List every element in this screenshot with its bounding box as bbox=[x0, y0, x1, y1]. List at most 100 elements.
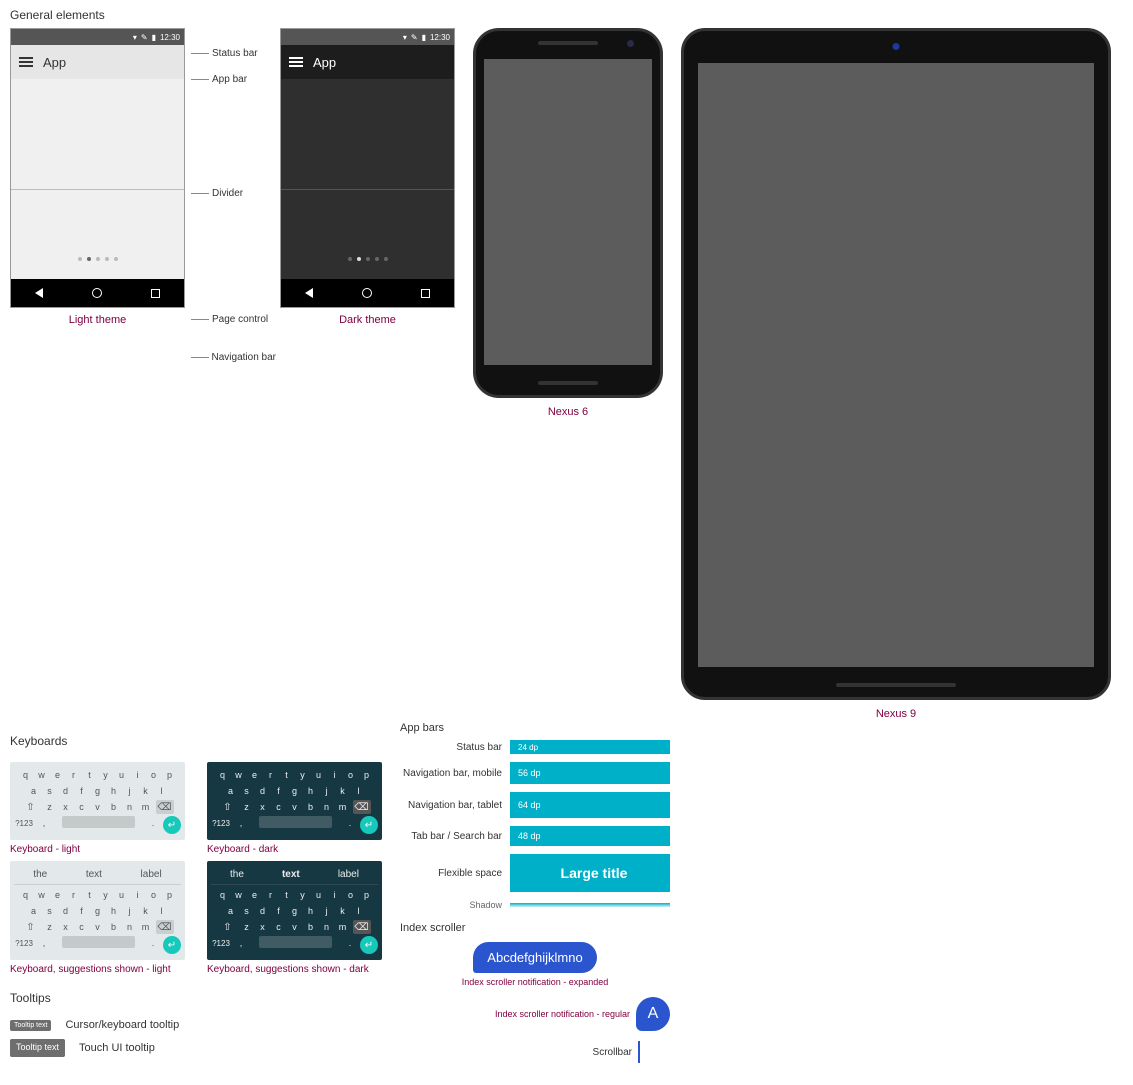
key-t[interactable]: t bbox=[281, 768, 293, 782]
key-u[interactable]: u bbox=[313, 768, 325, 782]
hamburger-icon[interactable] bbox=[19, 57, 33, 67]
key-c[interactable]: c bbox=[273, 920, 285, 934]
hamburger-icon[interactable] bbox=[289, 57, 303, 67]
key-y[interactable]: y bbox=[100, 768, 112, 782]
key-d[interactable]: d bbox=[257, 904, 269, 918]
shift-key[interactable]: ⇧ bbox=[22, 920, 40, 934]
nav-recent-icon[interactable] bbox=[421, 289, 430, 298]
key-p[interactable]: p bbox=[361, 888, 373, 902]
key-k[interactable]: k bbox=[140, 784, 152, 798]
nav-recent-icon[interactable] bbox=[151, 289, 160, 298]
index-pill-regular[interactable]: A bbox=[636, 997, 670, 1031]
key-t[interactable]: t bbox=[84, 768, 96, 782]
key-e[interactable]: e bbox=[52, 768, 64, 782]
key-v[interactable]: v bbox=[289, 800, 301, 814]
nav-back-icon[interactable] bbox=[35, 288, 43, 298]
key-l[interactable]: l bbox=[353, 784, 365, 798]
key-p[interactable]: p bbox=[361, 768, 373, 782]
enter-key[interactable]: ↵ bbox=[163, 816, 181, 834]
key-u[interactable]: u bbox=[313, 888, 325, 902]
key-o[interactable]: o bbox=[345, 888, 357, 902]
key-f[interactable]: f bbox=[273, 904, 285, 918]
key-v[interactable]: v bbox=[289, 920, 301, 934]
key-x[interactable]: x bbox=[60, 800, 72, 814]
key-z[interactable]: z bbox=[241, 920, 253, 934]
page-control[interactable] bbox=[348, 257, 388, 261]
key-x[interactable]: x bbox=[60, 920, 72, 934]
key-r[interactable]: r bbox=[68, 768, 80, 782]
sugg-word[interactable]: text bbox=[86, 869, 102, 880]
key-z[interactable]: z bbox=[44, 800, 56, 814]
key-l[interactable]: l bbox=[156, 784, 168, 798]
key-q[interactable]: q bbox=[20, 888, 32, 902]
key-b[interactable]: b bbox=[108, 800, 120, 814]
key-k[interactable]: k bbox=[140, 904, 152, 918]
key-o[interactable]: o bbox=[148, 768, 160, 782]
key-s[interactable]: s bbox=[241, 784, 253, 798]
keyboard-dark-sugg[interactable]: thetextlabelqwertyuiopasdfghjkl⇧zxcvbnm⌫… bbox=[207, 861, 382, 960]
key-m[interactable]: m bbox=[140, 800, 152, 814]
keyboard-light[interactable]: qwertyuiopasdfghjkl⇧zxcvbnm⌫?123,.↵ bbox=[10, 762, 185, 840]
symbols-key[interactable]: ?123 bbox=[211, 816, 231, 830]
device-screen[interactable] bbox=[484, 59, 652, 365]
nav-home-icon[interactable] bbox=[362, 288, 372, 298]
key-r[interactable]: r bbox=[265, 888, 277, 902]
nav-home-icon[interactable] bbox=[92, 288, 102, 298]
key-e[interactable]: e bbox=[52, 888, 64, 902]
key-t[interactable]: t bbox=[84, 888, 96, 902]
period-key[interactable]: . bbox=[344, 816, 356, 830]
key-e[interactable]: e bbox=[249, 768, 261, 782]
shift-key[interactable]: ⇧ bbox=[219, 920, 237, 934]
comma-key[interactable]: , bbox=[38, 936, 50, 950]
key-n[interactable]: n bbox=[124, 800, 136, 814]
key-k[interactable]: k bbox=[337, 784, 349, 798]
key-b[interactable]: b bbox=[305, 920, 317, 934]
key-z[interactable]: z bbox=[44, 920, 56, 934]
key-p[interactable]: p bbox=[164, 888, 176, 902]
key-k[interactable]: k bbox=[337, 904, 349, 918]
period-key[interactable]: . bbox=[147, 816, 159, 830]
key-j[interactable]: j bbox=[321, 904, 333, 918]
backspace-key[interactable]: ⌫ bbox=[156, 800, 174, 814]
key-u[interactable]: u bbox=[116, 768, 128, 782]
sugg-word[interactable]: the bbox=[33, 869, 47, 880]
key-l[interactable]: l bbox=[353, 904, 365, 918]
navigation-bar[interactable] bbox=[281, 279, 454, 307]
keyboard-dark[interactable]: qwertyuiopasdfghjkl⇧zxcvbnm⌫?123,.↵ bbox=[207, 762, 382, 840]
key-c[interactable]: c bbox=[76, 920, 88, 934]
symbols-key[interactable]: ?123 bbox=[14, 936, 34, 950]
shift-key[interactable]: ⇧ bbox=[22, 800, 40, 814]
key-w[interactable]: w bbox=[36, 768, 48, 782]
shift-key[interactable]: ⇧ bbox=[219, 800, 237, 814]
key-d[interactable]: d bbox=[257, 784, 269, 798]
key-q[interactable]: q bbox=[217, 768, 229, 782]
navigation-bar[interactable] bbox=[11, 279, 184, 307]
sugg-word[interactable]: text bbox=[282, 869, 300, 880]
key-r[interactable]: r bbox=[68, 888, 80, 902]
app-bar[interactable]: App bbox=[11, 45, 184, 79]
backspace-key[interactable]: ⌫ bbox=[353, 920, 371, 934]
nav-back-icon[interactable] bbox=[305, 288, 313, 298]
key-c[interactable]: c bbox=[273, 800, 285, 814]
key-s[interactable]: s bbox=[241, 904, 253, 918]
key-b[interactable]: b bbox=[108, 920, 120, 934]
key-m[interactable]: m bbox=[140, 920, 152, 934]
period-key[interactable]: . bbox=[147, 936, 159, 950]
key-e[interactable]: e bbox=[249, 888, 261, 902]
comma-key[interactable]: , bbox=[235, 936, 247, 950]
key-b[interactable]: b bbox=[305, 800, 317, 814]
key-i[interactable]: i bbox=[329, 768, 341, 782]
device-screen[interactable] bbox=[698, 63, 1094, 667]
period-key[interactable]: . bbox=[344, 936, 356, 950]
key-n[interactable]: n bbox=[321, 920, 333, 934]
sugg-word[interactable]: label bbox=[338, 869, 359, 880]
symbols-key[interactable]: ?123 bbox=[211, 936, 231, 950]
key-g[interactable]: g bbox=[289, 904, 301, 918]
sugg-word[interactable]: label bbox=[141, 869, 162, 880]
key-j[interactable]: j bbox=[124, 904, 136, 918]
key-h[interactable]: h bbox=[305, 904, 317, 918]
key-j[interactable]: j bbox=[321, 784, 333, 798]
key-d[interactable]: d bbox=[60, 784, 72, 798]
key-n[interactable]: n bbox=[321, 800, 333, 814]
key-x[interactable]: x bbox=[257, 800, 269, 814]
